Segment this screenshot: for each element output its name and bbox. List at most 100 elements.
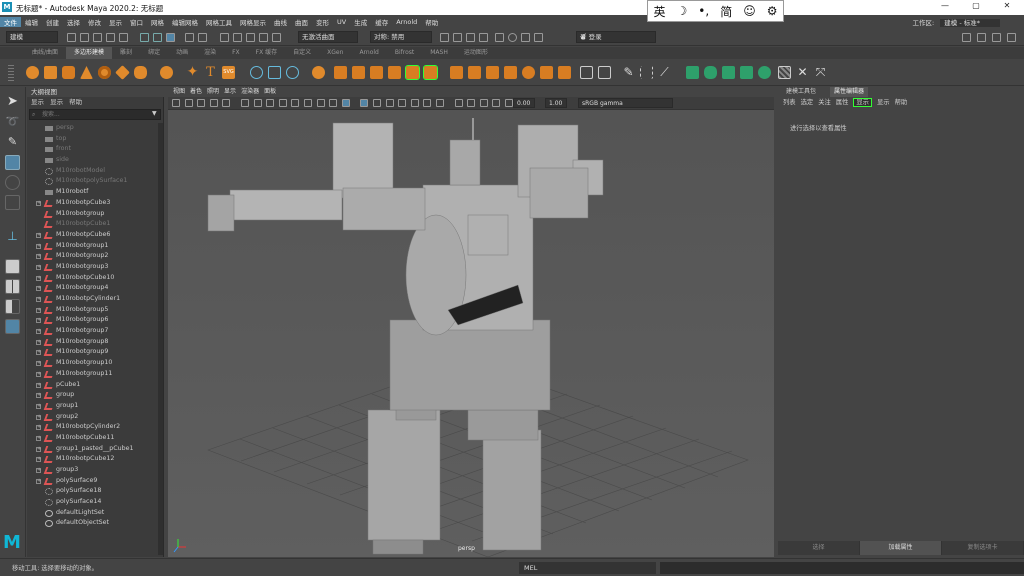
workspace-value[interactable]: 建模 - 标准* [940, 19, 1000, 27]
outliner-item[interactable]: M10robotpolySurface1 [27, 176, 157, 187]
outliner-item[interactable]: + M10robotpCube3 [27, 198, 157, 209]
color-space-dropdown[interactable]: sRGB gamma [578, 98, 673, 108]
shelf-tab-4[interactable]: 动画 [168, 47, 196, 59]
outliner-item[interactable]: + M10robotpCube11 [27, 433, 157, 444]
expand-icon[interactable]: + [36, 403, 41, 409]
smooth-icon[interactable] [286, 66, 299, 79]
menu-item-4[interactable]: 修改 [84, 17, 105, 27]
viewport-tool-7-icon[interactable] [266, 99, 275, 107]
axis-icon[interactable]: ⊥ [5, 229, 20, 244]
ime-simplified-icon[interactable]: 简 [720, 3, 732, 20]
outliner-item[interactable]: + M10robotgroup6 [27, 315, 157, 326]
minimize-button[interactable]: — [935, 1, 955, 13]
expand-icon[interactable]: + [36, 307, 41, 313]
ae-menu-2[interactable]: 关注 [818, 99, 831, 106]
open-scene-icon[interactable] [80, 33, 89, 42]
pause-icon[interactable] [534, 33, 543, 42]
delete-history-icon[interactable]: ✕ [796, 66, 809, 79]
boolean-icon[interactable] [312, 66, 325, 79]
outliner-item[interactable]: + M10robotgroup4 [27, 283, 157, 294]
viewport-tool-21-icon[interactable] [454, 99, 463, 107]
viewport-tool-15-icon[interactable] [373, 99, 381, 107]
outliner-item[interactable]: + M10robotgroup3 [27, 262, 157, 273]
outliner-item[interactable]: + M10robotpCylinder2 [27, 422, 157, 433]
menu-item-9[interactable]: 网格工具 [202, 17, 236, 27]
quad-draw-icon[interactable] [504, 66, 517, 79]
knife-icon[interactable]: ⟋ [658, 66, 671, 79]
shelf-tab-1[interactable]: 多边形建模 [66, 47, 113, 59]
outliner-item[interactable]: defaultLightSet [27, 508, 157, 519]
snap-view-icon[interactable] [233, 33, 242, 42]
viewport-tool-13-icon[interactable] [341, 99, 350, 107]
expand-icon[interactable]: + [36, 329, 41, 335]
ae-footer-button-0[interactable]: 选择 [778, 541, 860, 555]
select-object-icon[interactable] [153, 33, 162, 42]
text-tool-icon[interactable]: T [204, 66, 217, 79]
pencil-icon[interactable]: ✎ [622, 66, 635, 79]
expand-icon[interactable]: + [36, 318, 41, 324]
menu-item-15[interactable]: 生成 [350, 17, 371, 27]
outliner-item[interactable]: polySurface14 [27, 497, 157, 508]
expand-icon[interactable]: + [36, 297, 41, 302]
outliner-item[interactable]: + group1_pasted__pCube1 [27, 444, 157, 455]
outliner-item[interactable]: + pCube1 [27, 380, 157, 391]
viewport-tool-2-icon[interactable] [197, 99, 206, 107]
save-scene-icon[interactable] [93, 33, 102, 42]
expand-icon[interactable]: + [36, 264, 41, 270]
outliner-item[interactable]: M10robotpCube1 [27, 219, 157, 230]
target-weld-icon[interactable] [468, 66, 481, 79]
scale-tool-icon[interactable] [5, 195, 20, 210]
ae-menu-4[interactable]: 显示 [853, 98, 872, 107]
poly-disc-icon[interactable] [134, 66, 147, 79]
tab-attribute-editor[interactable]: 属性编辑器 [830, 87, 869, 97]
symmetry-dropdown[interactable]: 对称: 禁用 [370, 31, 432, 43]
arnold-icon[interactable] [508, 33, 517, 42]
live-surface-field[interactable]: 无激活曲面 [298, 31, 358, 43]
svg-icon[interactable]: SVG [222, 66, 235, 79]
expand-icon[interactable]: + [36, 350, 41, 356]
toggle-attribute-editor-icon[interactable] [977, 33, 986, 42]
outliner-item[interactable]: defaultObjectSet [27, 518, 157, 529]
viewport-tool-22-icon[interactable] [467, 99, 476, 107]
poly-torus-icon[interactable] [98, 66, 111, 79]
outliner-item[interactable]: M10robotgroup [27, 209, 157, 220]
poly-cylinder-icon[interactable] [62, 66, 75, 79]
automatic-uv-icon[interactable] [740, 66, 753, 79]
outliner-item[interactable]: + group2 [27, 412, 157, 423]
crease-icon[interactable] [580, 66, 593, 79]
ipr-render-icon[interactable] [466, 33, 475, 42]
render-frame-icon[interactable] [453, 33, 462, 42]
expand-icon[interactable]: + [36, 435, 41, 441]
outliner-item[interactable]: + M10robotgroup7 [27, 326, 157, 337]
expand-icon[interactable]: + [36, 457, 41, 463]
mirror-icon[interactable] [598, 66, 611, 79]
viewport-tool-8-icon[interactable] [278, 99, 287, 107]
outliner-item[interactable]: + M10robotpCylinder1 [27, 294, 157, 305]
viewport-tool-23-icon[interactable] [479, 99, 488, 107]
snap-curve-icon[interactable] [198, 33, 207, 42]
viewport-menu-2[interactable]: 照明 [207, 88, 219, 95]
two-pane-layout-icon[interactable] [5, 299, 20, 314]
offset-icon[interactable] [640, 66, 653, 79]
ae-menu-1[interactable]: 选定 [801, 99, 814, 106]
snap-surface-icon[interactable] [246, 33, 255, 42]
menu-item-12[interactable]: 曲面 [291, 17, 312, 27]
mel-language-toggle[interactable]: MEL [519, 562, 656, 574]
redo-icon[interactable] [119, 33, 128, 42]
single-pane-layout-icon[interactable] [5, 259, 20, 274]
hypershade-icon[interactable] [495, 33, 504, 42]
snap-live-icon[interactable] [259, 33, 268, 42]
outliner-item[interactable]: + M10robotpCube10 [27, 273, 157, 284]
poly-cube-icon[interactable] [44, 66, 57, 79]
outliner-item[interactable]: + M10robotgroup1 [27, 241, 157, 252]
outliner-item[interactable]: persp [27, 123, 157, 134]
planar-uv-icon[interactable] [686, 66, 699, 79]
new-scene-icon[interactable] [67, 33, 76, 42]
shelf-tab-0[interactable]: 曲线/曲面 [24, 47, 66, 59]
menu-item-14[interactable]: UV [333, 18, 350, 26]
four-pane-layout-icon[interactable] [5, 279, 20, 294]
viewport-menu-5[interactable]: 面板 [264, 88, 276, 95]
fill-hole-icon[interactable] [405, 65, 420, 80]
menu-item-0[interactable]: 文件 [0, 17, 21, 27]
separate-icon[interactable] [268, 66, 281, 79]
